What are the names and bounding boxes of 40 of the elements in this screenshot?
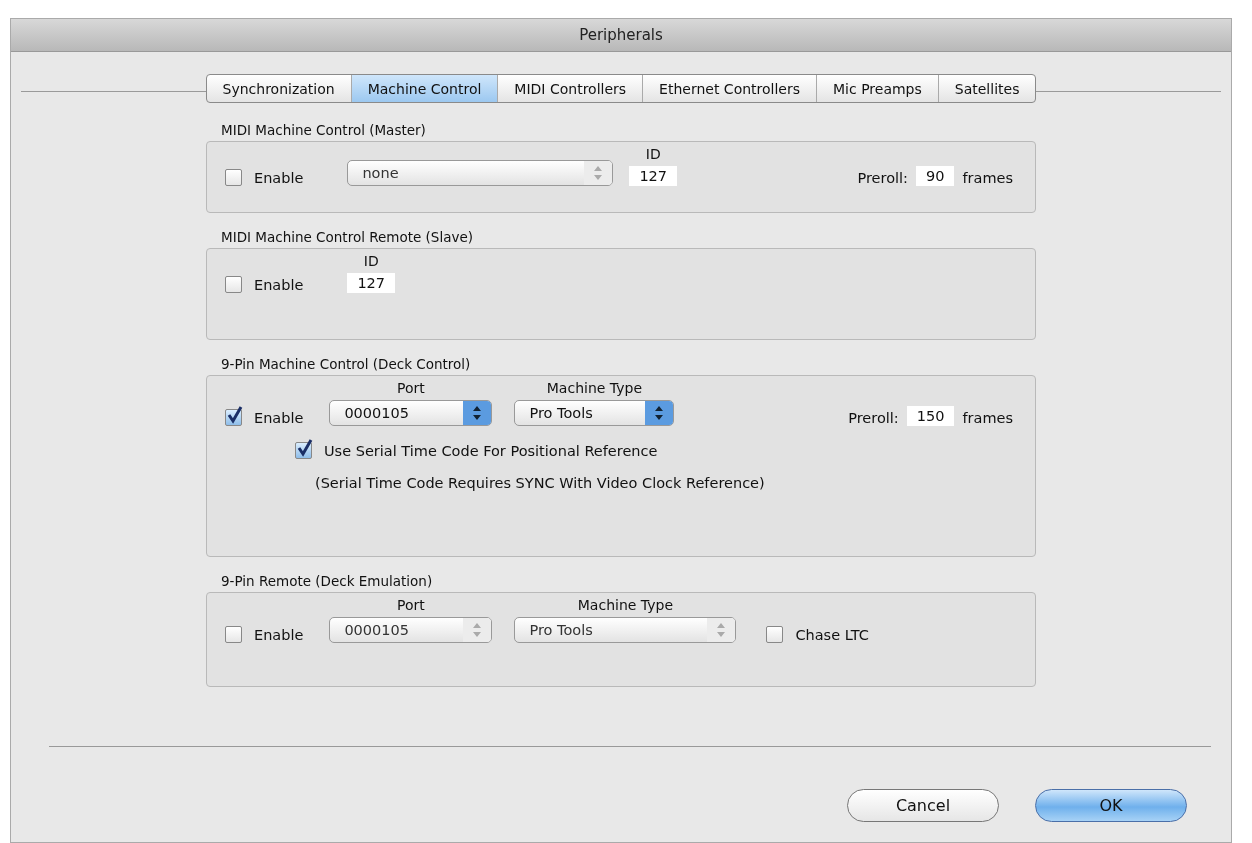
number-field[interactable]: 127 — [347, 273, 396, 293]
number-field[interactable]: 90 — [916, 166, 955, 186]
dropdown[interactable]: 0000105 — [329, 400, 493, 426]
checkbox[interactable]: Enable — [225, 626, 304, 643]
checkmark-icon — [227, 406, 243, 424]
checkbox[interactable]: Enable — [225, 276, 304, 293]
column-header: Port — [397, 380, 425, 396]
checkbox[interactable]: Enable — [225, 169, 304, 186]
tab[interactable]: Satellites — [938, 75, 1036, 102]
window-title: Peripherals — [579, 26, 663, 44]
ok-button[interactable]: OK — [1035, 789, 1187, 822]
checkbox[interactable]: Use Serial Time Code For Positional Reference — [295, 442, 658, 459]
stepper-icon[interactable] — [645, 401, 674, 425]
column-header: Port — [397, 597, 425, 613]
note-text: (Serial Time Code Requires SYNC With Video Clock Reference) — [314, 475, 765, 491]
tab[interactable]: Ethernet Controllers — [643, 75, 817, 102]
tab[interactable]: Synchronization — [206, 75, 352, 102]
checkbox[interactable]: Chase LTC — [766, 626, 869, 643]
field-label: Preroll: — [857, 170, 908, 186]
tab[interactable]: MIDI Controllers — [498, 75, 644, 102]
stepper-icon[interactable] — [463, 401, 492, 425]
cancel-button[interactable]: Cancel — [847, 789, 999, 822]
column-header: Machine Type — [577, 597, 673, 613]
column-header: ID — [645, 146, 661, 162]
group-title: 9-Pin Machine Control (Deck Control) — [221, 356, 472, 372]
tab[interactable]: Mic Preamps — [817, 75, 939, 102]
number-field[interactable]: 150 — [906, 406, 955, 426]
number-field[interactable]: 127 — [629, 166, 678, 186]
tab[interactable]: Machine Control — [351, 75, 499, 102]
checkbox[interactable]: Enable — [225, 409, 304, 426]
group-title: MIDI Machine Control Remote (Slave) — [221, 229, 474, 245]
field-label: Preroll: — [848, 410, 899, 426]
dropdown[interactable]: Pro Tools — [514, 400, 675, 426]
checkmark-icon — [297, 439, 313, 457]
column-header: ID — [363, 253, 379, 269]
group-title: MIDI Machine Control (Master) — [221, 122, 427, 138]
field-label: frames — [962, 170, 1013, 186]
field-label: frames — [962, 410, 1013, 426]
group-title: 9-Pin Remote (Deck Emulation) — [221, 573, 434, 589]
column-header: Machine Type — [546, 380, 642, 396]
